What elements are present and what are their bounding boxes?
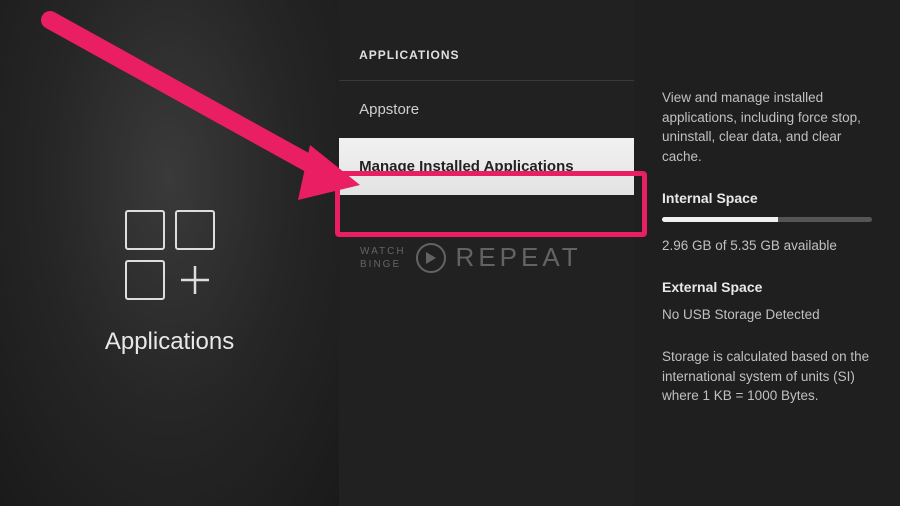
square-icon xyxy=(175,210,215,250)
play-icon xyxy=(416,243,446,273)
info-panel: View and manage installed applications, … xyxy=(634,0,900,506)
watermark-text: WATCH xyxy=(360,245,406,258)
storage-fill xyxy=(662,217,778,222)
external-space-value: No USB Storage Detected xyxy=(662,305,872,325)
section-header: APPLICATIONS xyxy=(339,40,634,80)
storage-bar xyxy=(662,217,872,222)
applications-icon xyxy=(125,210,215,300)
annotation-highlight-box xyxy=(335,171,647,237)
external-space-title: External Space xyxy=(662,277,872,297)
storage-footnote: Storage is calculated based on the inter… xyxy=(662,347,872,406)
square-icon xyxy=(125,260,165,300)
left-panel-title: Applications xyxy=(105,328,234,356)
watermark: WATCH BINGE REPEAT xyxy=(360,242,582,273)
internal-space-value: 2.96 GB of 5.35 GB available xyxy=(662,236,872,256)
internal-space-title: Internal Space xyxy=(662,188,872,208)
info-description: View and manage installed applications, … xyxy=(662,88,872,166)
square-icon xyxy=(125,210,165,250)
watermark-text: BINGE xyxy=(360,258,406,271)
plus-icon xyxy=(175,260,215,300)
menu-item-appstore[interactable]: Appstore xyxy=(339,81,634,138)
annotation-arrow xyxy=(30,0,360,210)
watermark-text: REPEAT xyxy=(456,242,582,273)
